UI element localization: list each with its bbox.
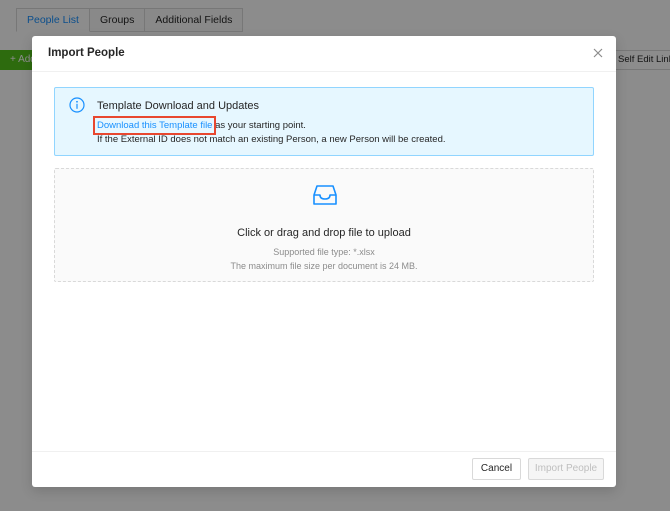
close-button[interactable] — [590, 45, 606, 61]
close-icon — [593, 48, 603, 58]
dropzone-file-type-hint: Supported file type: *.xlsx — [273, 247, 375, 257]
alert-line2: If the External ID does not match an exi… — [97, 134, 446, 145]
import-people-modal: Import People Template Download and Upda… — [32, 36, 616, 487]
modal-title: Import People — [48, 47, 125, 59]
modal-footer: Cancel Import People — [32, 451, 616, 487]
modal-header: Import People — [32, 36, 616, 72]
alert-line1-suffix: as your starting point. — [212, 120, 306, 131]
alert-title: Template Download and Updates — [97, 100, 260, 112]
dropzone-title: Click or drag and drop file to upload — [237, 227, 411, 239]
inbox-icon — [313, 185, 337, 205]
template-info-alert: Template Download and Updates Download t… — [54, 87, 594, 156]
cancel-button[interactable]: Cancel — [472, 458, 521, 480]
dropzone-size-hint: The maximum file size per document is 24… — [230, 261, 418, 271]
info-icon — [69, 97, 85, 113]
file-upload-dropzone[interactable]: Click or drag and drop file to upload Su… — [54, 168, 594, 282]
alert-line1: Download this Template file as your star… — [92, 116, 306, 135]
import-people-button[interactable]: Import People — [528, 458, 604, 480]
download-template-link[interactable]: Download this Template file — [92, 116, 217, 135]
